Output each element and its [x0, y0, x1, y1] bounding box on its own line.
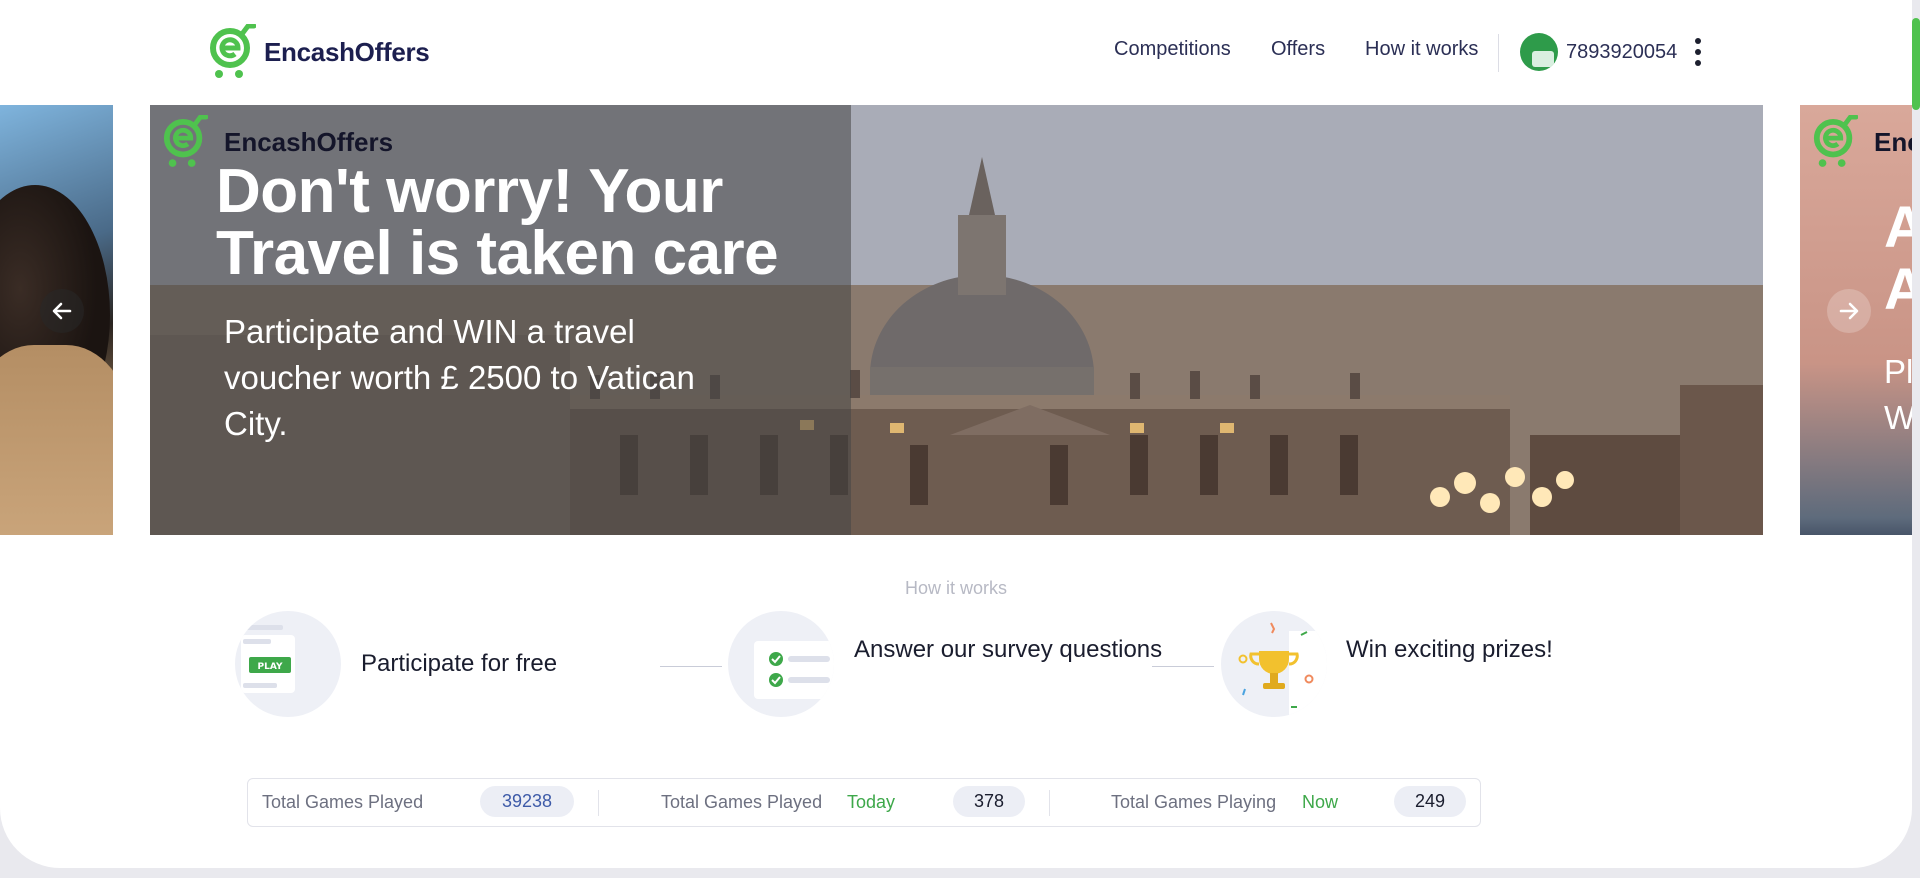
step-prizes-label: Win exciting prizes!: [1346, 636, 1553, 663]
carousel-next-button[interactable]: [1827, 289, 1871, 333]
stat-played-today-label: Total Games Played: [661, 792, 823, 812]
slide-brand-name: EncashOffers: [224, 126, 394, 157]
brand-cart-icon: [163, 115, 208, 167]
brand-name: EncashOffers: [264, 36, 430, 67]
survey-step-icon: [728, 611, 834, 717]
stat-playing-now-value: 249: [1394, 786, 1466, 817]
brand-cart-icon: [1813, 115, 1858, 167]
avatar[interactable]: [1520, 33, 1558, 71]
more-menu-icon[interactable]: [1692, 38, 1704, 66]
slide-subline: Pl W: [1884, 353, 1912, 436]
stat-today-tag: Today: [847, 792, 896, 812]
brand-cart-icon: [210, 24, 256, 78]
play-badge: PLAY: [258, 662, 283, 672]
slide-headline: A A: [1884, 195, 1912, 322]
stat-total-played-label: Total Games Played: [262, 792, 424, 812]
slide-brand-name: EncashOffers: [1874, 126, 1912, 157]
nav-competitions[interactable]: Competitions: [1114, 38, 1231, 61]
game-stats-bar: Total Games Played 39238 Total Games Pla…: [247, 778, 1481, 827]
slide-photo-detail: [0, 345, 113, 535]
step-connector: [660, 666, 722, 667]
stat-total-played-value: 39238: [480, 786, 574, 817]
slide-subline: Participate and WIN a travel voucher wor…: [224, 313, 695, 442]
top-navbar: EncashOffers Competitions Offers How it …: [0, 0, 1912, 105]
play-step-icon: PLAY: [235, 611, 341, 717]
arrow-right-icon: [1839, 302, 1859, 320]
nav-offers[interactable]: Offers: [1271, 38, 1325, 61]
carousel-slide-active[interactable]: EncashOffers Don't worry! Your Travel is…: [150, 105, 1763, 535]
step-survey-label: Answer our survey questions: [854, 636, 1163, 663]
carousel-prev-button[interactable]: [40, 289, 84, 333]
stat-divider: [1049, 790, 1050, 816]
stat-divider: [598, 790, 599, 816]
user-phone[interactable]: 7893920054: [1566, 41, 1677, 64]
page-scrollbar[interactable]: [1912, 18, 1920, 110]
slide-headline: Don't worry! Your Travel is taken care: [216, 157, 779, 288]
nav-divider: [1498, 34, 1499, 72]
step-participate-label: Participate for free: [361, 650, 558, 677]
step-connector: [1152, 666, 1214, 667]
page: EncashOffers Competitions Offers How it …: [0, 0, 1912, 868]
nav-how-it-works[interactable]: How it works: [1365, 38, 1478, 61]
stat-playing-now-label: Total Games Playing: [1111, 792, 1277, 812]
stat-played-today-value: 378: [953, 786, 1025, 817]
stat-now-tag: Now: [1302, 792, 1339, 812]
slide-brand-logo: EncashOffers: [1812, 115, 1912, 169]
arrow-left-icon: [52, 302, 72, 320]
how-it-works-title: How it works: [904, 578, 1007, 598]
brand-logo[interactable]: EncashOffers: [208, 24, 430, 80]
trophy-step-icon: [1221, 611, 1327, 717]
